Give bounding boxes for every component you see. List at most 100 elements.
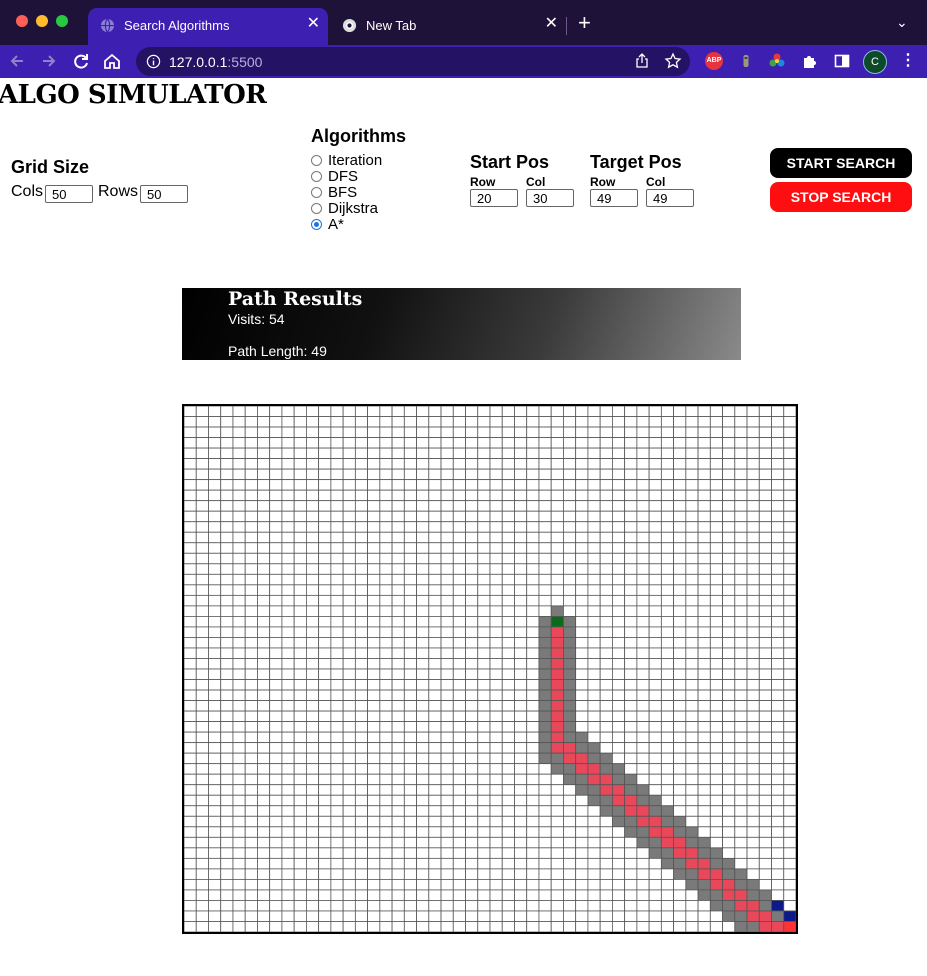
- grid-cell[interactable]: [758, 773, 772, 786]
- grid-cell[interactable]: [293, 710, 307, 722]
- grid-cell[interactable]: [416, 626, 430, 638]
- grid-cell-frontier[interactable]: [771, 900, 785, 912]
- grid-cell[interactable]: [501, 900, 515, 912]
- grid-cell[interactable]: [771, 521, 785, 533]
- grid-cell[interactable]: [208, 784, 222, 796]
- grid-cell[interactable]: [367, 784, 381, 796]
- close-tab-icon[interactable]: ✕: [307, 16, 320, 32]
- grid-cell[interactable]: [722, 542, 736, 554]
- grid-cell[interactable]: [550, 552, 564, 565]
- grid-cell[interactable]: [428, 668, 442, 680]
- grid-cell[interactable]: [783, 468, 796, 481]
- grid-cell[interactable]: [538, 573, 552, 586]
- grid-cell[interactable]: [281, 647, 295, 659]
- grid-cell[interactable]: [550, 868, 564, 880]
- grid-cell[interactable]: [184, 468, 197, 481]
- grid-cell[interactable]: [269, 416, 283, 428]
- grid-cell[interactable]: [599, 889, 613, 901]
- grid-cell[interactable]: [306, 710, 320, 722]
- grid-cell[interactable]: [281, 689, 295, 701]
- grid-cell[interactable]: [477, 552, 491, 565]
- grid-cell[interactable]: [208, 773, 222, 786]
- grid-cell[interactable]: [771, 679, 785, 691]
- grid-cell[interactable]: [501, 489, 515, 502]
- grid-cell[interactable]: [685, 521, 699, 533]
- grid-cell[interactable]: [257, 447, 271, 460]
- start-col-input[interactable]: [526, 189, 574, 207]
- grid-cell-visited[interactable]: [563, 668, 577, 680]
- grid-cell[interactable]: [342, 921, 356, 932]
- grid-cell-visited[interactable]: [722, 910, 736, 922]
- grid-cell[interactable]: [575, 510, 589, 523]
- grid-cell[interactable]: [538, 847, 552, 859]
- grid-cell[interactable]: [318, 406, 332, 417]
- grid-cell[interactable]: [428, 731, 442, 744]
- grid-cell[interactable]: [208, 836, 222, 849]
- grid-cell[interactable]: [514, 847, 528, 859]
- grid-cell[interactable]: [465, 889, 479, 901]
- grid-cell[interactable]: [709, 637, 723, 649]
- grid-cell[interactable]: [452, 489, 466, 502]
- grid-cell[interactable]: [722, 794, 736, 807]
- grid-cell[interactable]: [184, 900, 197, 912]
- grid-cell[interactable]: [232, 531, 246, 544]
- grid-cell[interactable]: [734, 742, 748, 754]
- grid-cell[interactable]: [244, 521, 258, 533]
- grid-cell[interactable]: [269, 794, 283, 807]
- grid-cell[interactable]: [624, 605, 638, 617]
- grid-cell[interactable]: [184, 784, 197, 796]
- grid-cell[interactable]: [611, 552, 626, 565]
- grid-cell[interactable]: [538, 815, 552, 828]
- grid-cell[interactable]: [428, 542, 442, 554]
- grid-cell[interactable]: [489, 447, 503, 460]
- grid-cell[interactable]: [306, 605, 320, 617]
- grid-cell[interactable]: [514, 479, 528, 491]
- grid-cell[interactable]: [293, 510, 307, 523]
- grid-cell[interactable]: [428, 573, 442, 586]
- grid-cell[interactable]: [452, 563, 466, 575]
- grid-cell[interactable]: [660, 679, 674, 691]
- grid-cell[interactable]: [391, 510, 405, 523]
- grid-cell[interactable]: [391, 584, 405, 596]
- grid-cell[interactable]: [697, 605, 711, 617]
- grid-cell[interactable]: [685, 763, 699, 775]
- grid-cell[interactable]: [550, 584, 564, 596]
- grid-cell[interactable]: [636, 552, 650, 565]
- grid-cell[interactable]: [195, 836, 209, 849]
- grid-cell[interactable]: [293, 479, 307, 491]
- grid-cell-path[interactable]: [648, 815, 662, 828]
- grid-cell[interactable]: [501, 626, 515, 638]
- grid-cell[interactable]: [391, 416, 405, 428]
- grid-cell[interactable]: [599, 921, 613, 932]
- grid-cell[interactable]: [599, 416, 613, 428]
- grid-cell[interactable]: [293, 416, 307, 428]
- grid-cell[interactable]: [257, 521, 271, 533]
- grid-cell[interactable]: [599, 615, 613, 628]
- grid-cell[interactable]: [514, 826, 528, 838]
- grid-cell[interactable]: [501, 510, 515, 523]
- grid-cell[interactable]: [354, 605, 369, 617]
- grid-cell[interactable]: [379, 689, 393, 701]
- grid-cell-visited[interactable]: [538, 668, 552, 680]
- grid-cell[interactable]: [709, 437, 723, 449]
- grid-cell[interactable]: [611, 500, 626, 512]
- grid-cell[interactable]: [330, 742, 344, 754]
- grid-cell[interactable]: [465, 878, 479, 891]
- grid-cell[interactable]: [428, 826, 442, 838]
- grid-cell[interactable]: [563, 510, 577, 523]
- grid-cell-path[interactable]: [722, 878, 736, 891]
- grid-cell[interactable]: [232, 700, 246, 712]
- grid-cell[interactable]: [318, 731, 332, 744]
- grid-cell-path[interactable]: [709, 878, 723, 891]
- grid-cell-path[interactable]: [587, 773, 601, 786]
- grid-cell[interactable]: [391, 615, 405, 628]
- grid-cell[interactable]: [269, 437, 283, 449]
- grid-cell[interactable]: [685, 531, 699, 544]
- grid-cell[interactable]: [232, 868, 246, 880]
- grid-cell[interactable]: [452, 794, 466, 807]
- grid-cell[interactable]: [722, 406, 736, 417]
- grid-cell-visited[interactable]: [624, 784, 638, 796]
- grid-cell[interactable]: [428, 447, 442, 460]
- grid-cell[interactable]: [184, 857, 197, 870]
- grid-cell[interactable]: [367, 805, 381, 817]
